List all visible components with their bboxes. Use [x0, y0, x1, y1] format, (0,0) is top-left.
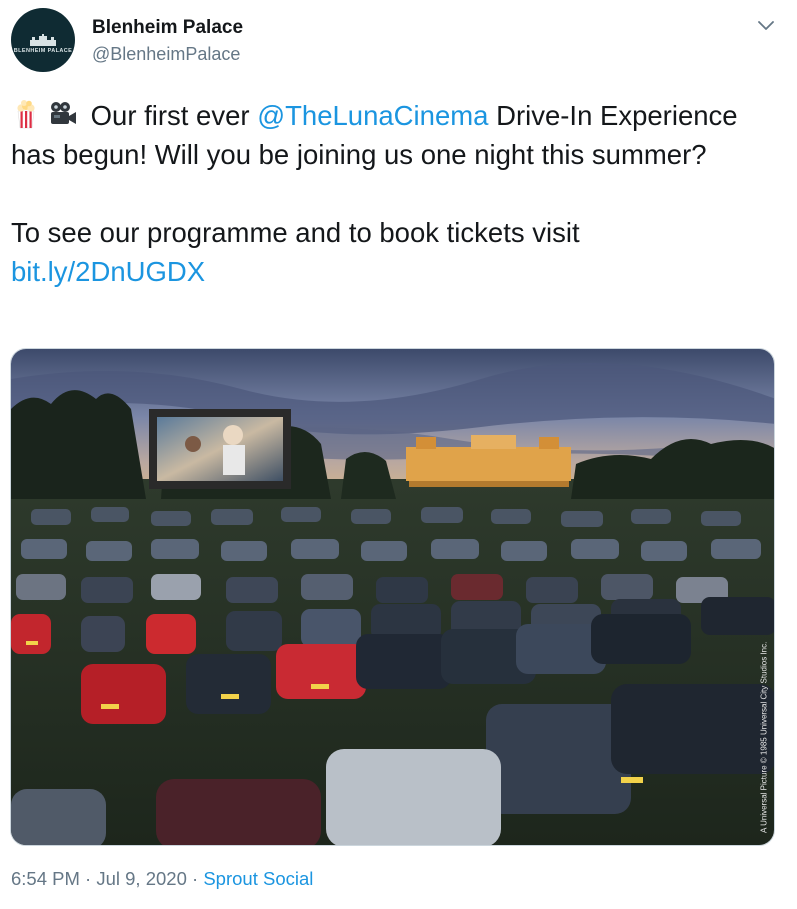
- display-name[interactable]: Blenheim Palace: [92, 17, 243, 39]
- avatar-logo-text: BLENHEIM PALACE: [13, 48, 73, 54]
- tweet-text-line2: To see our programme and to book tickets…: [11, 217, 580, 248]
- url-link[interactable]: bit.ly/2DnUGDX: [11, 256, 205, 287]
- source-app-link[interactable]: Sprout Social: [203, 868, 313, 889]
- popcorn-icon: [17, 100, 35, 129]
- tweet-card: BLENHEIM PALACE Blenheim Palace @Blenhei…: [0, 0, 797, 909]
- movie-camera-icon: [51, 102, 76, 124]
- tweet-paragraph-1: Our first ever @TheLunaCinema Drive-In E…: [11, 96, 781, 174]
- tweet-photo[interactable]: A Universal Picture © 1985 Universal Cit…: [10, 348, 775, 846]
- separator: ·: [186, 868, 204, 889]
- chevron-down-icon[interactable]: [755, 14, 777, 36]
- tweet-text-prefix: Our first ever: [83, 100, 258, 131]
- drive-in-cinema-photo: [11, 349, 774, 845]
- avatar[interactable]: BLENHEIM PALACE: [11, 8, 75, 72]
- account-handle[interactable]: @BlenheimPalace: [92, 44, 240, 65]
- tweet-timestamp: 6:54 PM · Jul 9, 2020 · Sprout Social: [11, 868, 313, 890]
- photo-credit: A Universal Picture © 1985 Universal Cit…: [759, 641, 768, 833]
- tweet-text: Our first ever @TheLunaCinema Drive-In E…: [11, 96, 781, 291]
- separator: ·: [79, 868, 97, 889]
- mention-link[interactable]: @TheLunaCinema: [257, 100, 488, 131]
- tweet-paragraph-2: To see our programme and to book tickets…: [11, 213, 781, 291]
- tweet-date[interactable]: Jul 9, 2020: [96, 868, 187, 889]
- tweet-time[interactable]: 6:54 PM: [11, 868, 80, 889]
- palace-logo-icon: [30, 34, 56, 46]
